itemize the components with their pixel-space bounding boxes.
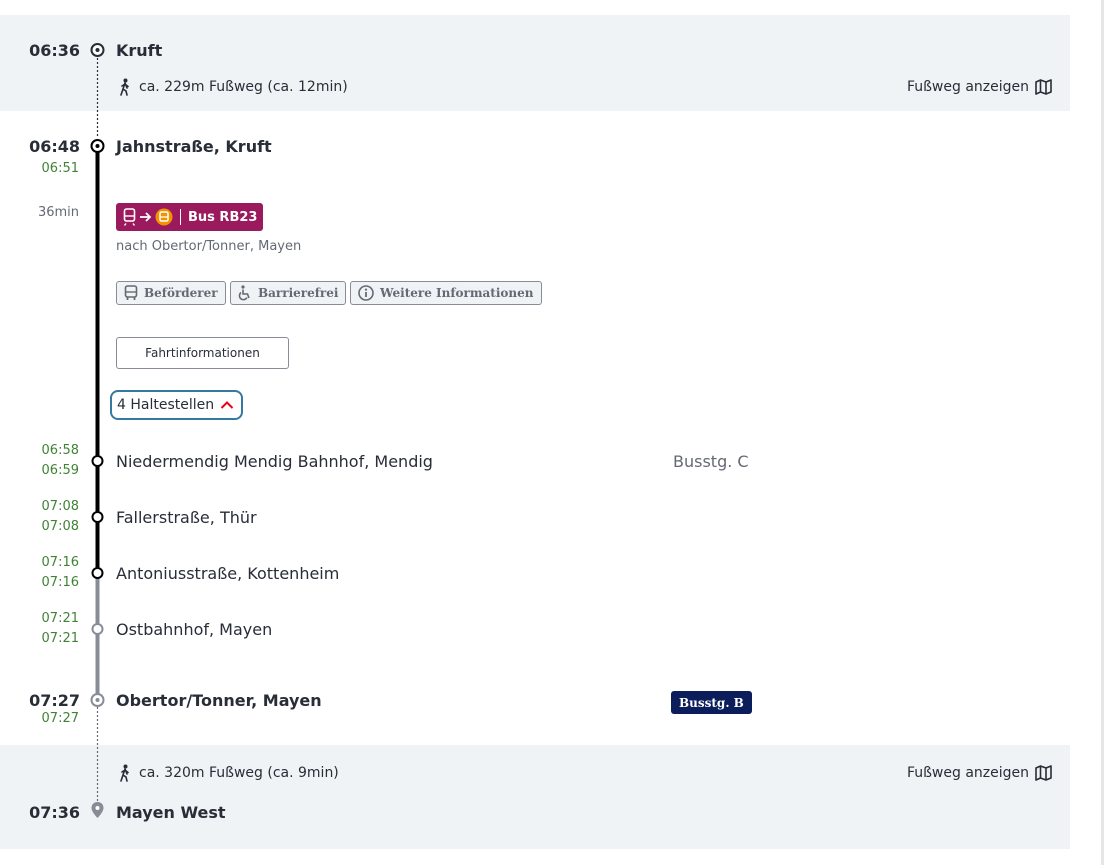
stop-departure-time: 07:21 <box>41 631 79 646</box>
timeline <box>90 43 105 818</box>
more-info-chip[interactable]: Weitere Informationen <box>350 281 542 305</box>
operator-chip-label: Beförderer <box>144 286 218 300</box>
operator-chip[interactable]: Beförderer <box>116 281 226 305</box>
stop-node <box>91 567 104 579</box>
start-stop-name: Kruft <box>116 41 163 60</box>
stop-platform: Busstg. C <box>673 452 749 471</box>
map-icon <box>1035 79 1052 95</box>
start-walk-section <box>0 15 1070 111</box>
more-info-chip-label: Weitere Informationen <box>380 286 534 300</box>
map-icon <box>1035 765 1052 781</box>
scrollbar[interactable] <box>1101 0 1104 865</box>
stop-node <box>91 511 104 523</box>
trip-info-button[interactable]: Fahrtinformationen <box>116 337 289 369</box>
arrival-time: 07:27 <box>29 691 80 710</box>
line-badge[interactable]: Bus RB23 <box>116 203 264 231</box>
wheelchair-icon <box>238 285 250 301</box>
stop-departure-time: 06:59 <box>41 463 79 478</box>
walking-person-icon <box>120 78 129 96</box>
stop-arrival-time: 06:58 <box>41 443 79 458</box>
stop-departure-time: 07:16 <box>41 575 79 590</box>
stop-departure-time: 07:08 <box>41 519 79 534</box>
stop-name: Ostbahnhof, Mayen <box>116 620 273 639</box>
stop-node <box>91 623 104 635</box>
show-walk-link[interactable]: Fußweg anzeigen <box>907 79 1052 95</box>
badge-separator <box>180 209 181 225</box>
accessibility-chip-label: Barrierefrei <box>258 286 339 300</box>
destination-stop-name: Mayen West <box>116 803 226 822</box>
journey-duration: 36min <box>37 205 79 220</box>
direction-text: nach Obertor/Tonner, Mayen <box>116 239 302 254</box>
show-walk-link[interactable]: Fußweg anzeigen <box>907 765 1052 781</box>
arrival-realtime: 07:27 <box>41 711 79 726</box>
stop-arrival-time: 07:21 <box>41 611 79 626</box>
destination-time: 07:36 <box>29 803 80 822</box>
bus-icon <box>124 285 138 300</box>
arrival-stop-name: Obertor/Tonner, Mayen <box>116 691 322 710</box>
info-icon <box>358 285 374 301</box>
line-name: Bus RB23 <box>188 209 258 225</box>
chevron-up-icon <box>220 401 234 409</box>
stops-toggle-button[interactable]: 4 Haltestellen <box>110 390 244 420</box>
walk-text: ca. 320m Fußweg (ca. 9min) <box>139 765 339 781</box>
walking-person-icon <box>120 764 129 782</box>
train-icon <box>123 208 136 226</box>
departure-stop-name: Jahnstraße, Kruft <box>116 137 272 156</box>
walk-info: ca. 320m Fußweg (ca. 9min) <box>117 764 339 782</box>
walk-text: ca. 229m Fußweg (ca. 12min) <box>139 79 348 95</box>
walk-info: ca. 229m Fußweg (ca. 12min) <box>117 78 348 96</box>
arrow-right-icon <box>140 212 152 222</box>
show-walk-label: Fußweg anzeigen <box>906 79 1029 95</box>
departure-time: 06:48 <box>29 137 80 156</box>
stop-name: Fallerstraße, Thür <box>116 508 257 527</box>
show-walk-label: Fußweg anzeigen <box>906 765 1029 781</box>
stop-arrival-time: 07:08 <box>41 499 79 514</box>
stops-toggle-label: 4 Haltestellen <box>117 397 215 413</box>
stop-name: Antoniusstraße, Kottenheim <box>116 564 340 583</box>
platform-badge: Busstg. B <box>671 691 752 714</box>
accessibility-chip[interactable]: Barrierefrei <box>230 281 347 305</box>
stop-node <box>91 455 104 467</box>
bus-icon <box>155 208 173 226</box>
start-time: 06:36 <box>29 41 80 60</box>
end-walk-section <box>0 745 1070 849</box>
stop-name: Niedermendig Mendig Bahnhof, Mendig <box>116 452 433 471</box>
stop-arrival-time: 07:16 <box>41 555 79 570</box>
departure-realtime: 06:51 <box>41 161 79 176</box>
